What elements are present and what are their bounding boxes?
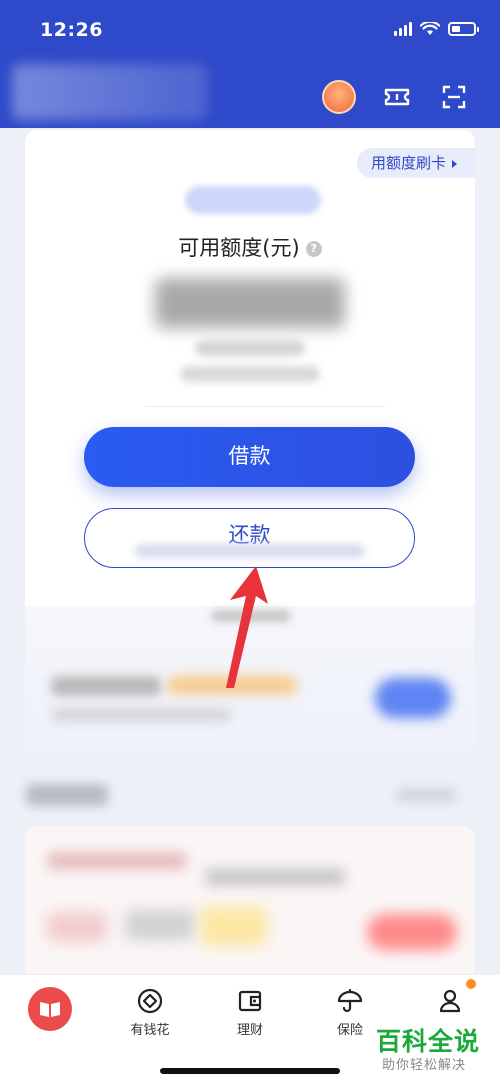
tab-label: 理财 <box>236 1023 263 1038</box>
status-icons <box>394 22 479 36</box>
blurred-text <box>51 676 161 696</box>
help-icon[interactable]: ? <box>305 241 322 257</box>
wifi-icon <box>420 22 440 35</box>
triangle-right-icon <box>452 159 457 168</box>
notification-dot <box>466 979 476 989</box>
tab-label: 有钱花 <box>130 1023 170 1038</box>
signal-icon <box>394 22 412 36</box>
scan-icon[interactable] <box>439 82 469 112</box>
watermark-subtitle: 助你轻松解决 <box>382 1058 467 1073</box>
blurred-section-more[interactable] <box>396 788 456 802</box>
user-icon <box>439 989 461 1013</box>
divider <box>145 406 385 407</box>
blurred-subtext <box>180 366 320 382</box>
quota-tag-label: 用额度刷卡 <box>370 154 446 172</box>
tab-licai[interactable]: 理财 <box>210 987 290 1038</box>
blurred-text <box>51 708 231 722</box>
top-header: 12:26 <box>0 0 500 128</box>
home-book-icon <box>28 987 72 1031</box>
repay-button[interactable]: 还款 <box>84 508 415 568</box>
blurred-text <box>47 912 107 942</box>
home-indicator[interactable] <box>160 1068 340 1074</box>
annotation-arrow-icon <box>226 566 268 688</box>
blurred-chip <box>185 186 321 214</box>
battery-icon <box>448 22 479 36</box>
avatar[interactable] <box>322 80 356 114</box>
blurred-section-title <box>26 784 108 806</box>
status-time: 12:26 <box>40 19 103 41</box>
blurred-subtext <box>195 340 305 356</box>
quota-card-swipe-tag[interactable]: 用额度刷卡 <box>356 148 475 178</box>
diamond-circle-icon <box>137 988 163 1014</box>
blurred-text <box>125 910 195 940</box>
wallet-icon <box>238 990 262 1012</box>
borrow-button[interactable]: 借款 <box>84 427 415 487</box>
blurred-text <box>201 906 267 946</box>
tab-home[interactable] <box>10 987 90 1031</box>
ticket-icon[interactable] <box>382 82 412 112</box>
blurred-action-button[interactable] <box>367 914 457 950</box>
blurred-text <box>47 852 187 870</box>
watermark-title: 百科全说 <box>376 1027 481 1056</box>
blurred-action-button[interactable] <box>375 678 451 718</box>
tab-me[interactable] <box>410 987 490 1015</box>
blurred-product-card <box>25 826 475 986</box>
blurred-text <box>205 868 345 886</box>
umbrella-icon <box>337 988 363 1013</box>
blurred-repay-subtext <box>135 544 365 558</box>
header-title-blurred <box>12 64 208 120</box>
available-quota-label: 可用额度(元)? <box>25 232 475 262</box>
available-quota-text: 可用额度(元) <box>178 236 300 260</box>
tab-youqianhua[interactable]: 有钱花 <box>110 987 190 1038</box>
blurred-amount <box>155 278 345 328</box>
